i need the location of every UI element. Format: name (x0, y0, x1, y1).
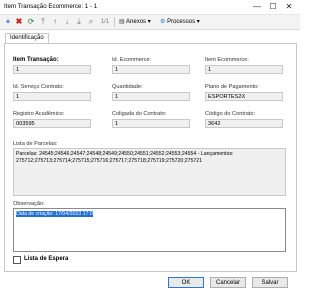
minimize-button[interactable]: — (252, 2, 262, 12)
cancel-button[interactable]: Cancelar (210, 277, 246, 288)
close-window-button[interactable]: ✕ (284, 2, 294, 12)
last-record-icon[interactable]: ⤓ (74, 17, 84, 27)
processos-label: Processos (167, 19, 196, 25)
anexos-menu[interactable]: ▤ Anexos ▾ (119, 17, 151, 27)
search-icon[interactable]: ⌕ (86, 17, 96, 27)
plano-pagamento-field[interactable]: ESPORTES2X (205, 92, 283, 101)
item-transacao-field[interactable]: 1 (13, 65, 91, 74)
quantidade-field[interactable]: 1 (112, 92, 190, 101)
registro-academico-field[interactable]: 003595 (13, 119, 91, 128)
gear-icon: ⚙ (160, 19, 166, 25)
codigo-contrato-label: Código do Contrato: (205, 111, 256, 117)
save-button[interactable]: Salvar (252, 277, 288, 288)
delete-icon[interactable]: ✖ (14, 17, 24, 27)
lista-espera-label: Lista de Espera (24, 256, 69, 262)
lista-parcelas-field[interactable]: Parcelas: 24545;24546;24547;24548;24549;… (13, 148, 286, 196)
id-ecommerce-field[interactable]: 1 (112, 65, 190, 74)
chevron-down-icon: ▾ (147, 19, 151, 25)
add-icon[interactable]: + (3, 17, 13, 27)
lista-espera-checkbox[interactable] (13, 256, 21, 264)
plano-pagamento-label: Plano de Pagamento: (205, 84, 259, 90)
coligada-contrato-field[interactable]: 1 (112, 119, 190, 128)
maximize-button[interactable]: ☐ (268, 2, 278, 12)
tab-identificacao[interactable]: Identificação (5, 33, 49, 43)
observacao-field[interactable]: Data de criação: 17/04/2023 17:0 (13, 208, 286, 252)
registro-academico-label: Registro Acadêmico: (13, 111, 65, 117)
identificacao-panel: Item Transação: 1 Id. Ecommerce: 1 Item … (4, 43, 297, 272)
item-ecommerce-field[interactable]: 1 (205, 65, 283, 74)
item-transacao-label: Item Transação: (13, 57, 59, 63)
coligada-contrato-label: Coligada do Contrato: (112, 111, 167, 117)
previous-record-icon[interactable]: ↑ (50, 17, 60, 27)
window-title: Item Transação Ecommerce: 1 - 1 (4, 3, 98, 10)
observacao-text: Data de criação: 17/04/2023 17:0 (16, 211, 93, 217)
id-ecommerce-label: Id. Ecommerce: (112, 57, 152, 63)
ok-button[interactable]: OK (168, 277, 204, 288)
next-record-icon[interactable]: ↓ (62, 17, 72, 27)
id-servico-contrato-label: Id. Serviço Contrato: (13, 84, 64, 90)
toolbar: + ✖ ⟳ ⤒ ↑ ↓ ⤓ ⌕ 1/1 ▤ Anexos ▾ ⚙ Process… (0, 15, 300, 30)
chevron-down-icon: ▾ (196, 19, 200, 25)
anexos-label: Anexos (126, 19, 147, 25)
record-pager: 1/1 (100, 19, 110, 25)
item-ecommerce-label: Item Ecommerce: (205, 57, 249, 63)
attachment-icon: ▤ (119, 19, 125, 25)
codigo-contrato-field[interactable]: 3642 (205, 119, 283, 128)
toolbar-separator (114, 17, 115, 27)
refresh-icon[interactable]: ⟳ (26, 17, 36, 27)
quantidade-label: Quantidade: (112, 84, 143, 90)
title-bar: Item Transação Ecommerce: 1 - 1 — ☐ ✕ (0, 0, 300, 15)
observacao-label: Observação: (13, 201, 45, 207)
first-record-icon[interactable]: ⤒ (38, 17, 48, 27)
processos-menu[interactable]: ⚙ Processos ▾ (160, 17, 200, 27)
lista-parcelas-label: Lista de Parcelas: (13, 141, 58, 147)
id-servico-contrato-field[interactable]: 1 (13, 92, 91, 101)
